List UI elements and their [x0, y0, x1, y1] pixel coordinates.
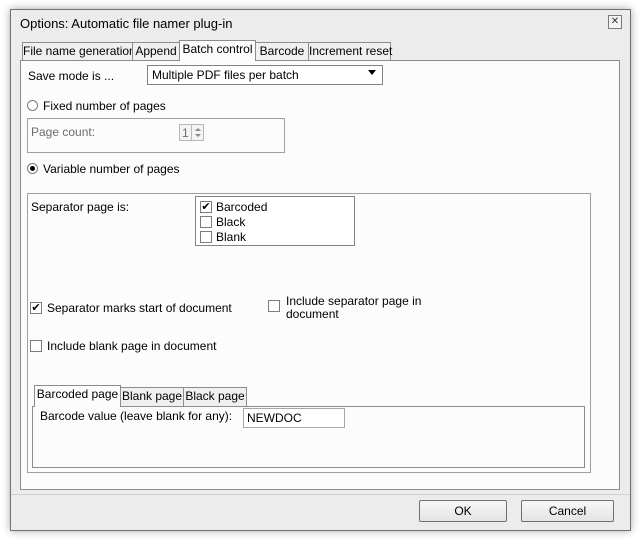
blank-checkbox[interactable]: [200, 231, 212, 243]
close-button[interactable]: ✕: [608, 15, 622, 29]
barcode-value-text: NEWDOC: [247, 411, 302, 425]
tab-increment-reset[interactable]: Increment reset: [308, 42, 392, 60]
barcoded-label: Barcoded: [216, 200, 268, 214]
check-icon: ✔: [201, 201, 211, 213]
blank-label: Blank: [216, 230, 247, 244]
subtab-black-page[interactable]: Black page: [183, 387, 247, 406]
black-checkbox[interactable]: [200, 216, 212, 228]
title-bar[interactable]: Options: Automatic file namer plug-in ✕: [11, 10, 630, 36]
window-title: Options: Automatic file namer plug-in: [20, 16, 233, 31]
barcode-value-input[interactable]: NEWDOC: [243, 408, 345, 428]
barcoded-checkbox[interactable]: ✔: [200, 201, 212, 213]
black-label: Black: [216, 215, 246, 229]
options-dialog: Options: Automatic file namer plug-in ✕ …: [10, 9, 631, 531]
tab-batch-control[interactable]: Batch control: [179, 40, 256, 61]
include-blank-label: Include blank page in document: [47, 339, 217, 353]
variable-pages-label: Variable number of pages: [43, 162, 180, 176]
barcode-value-label: Barcode value (leave blank for any):: [40, 409, 233, 423]
tab-file-name-generation[interactable]: File name generation: [22, 42, 136, 60]
marks-start-label: Separator marks start of document: [47, 301, 232, 315]
save-mode-value: Multiple PDF files per batch: [152, 68, 299, 82]
footer-divider: [11, 494, 630, 495]
spinner-buttons[interactable]: [191, 125, 204, 140]
variable-pages-radio[interactable]: [27, 163, 38, 174]
include-blank-checkbox[interactable]: [30, 340, 42, 352]
include-separator-checkbox[interactable]: [268, 300, 280, 312]
spinner-up-icon[interactable]: [195, 128, 201, 131]
separator-type-list: ✔ Barcoded Black Blank: [195, 196, 355, 246]
subtab-barcoded-page[interactable]: Barcoded page: [34, 385, 121, 407]
tab-barcode[interactable]: Barcode: [255, 42, 309, 60]
check-icon: ✔: [31, 302, 41, 314]
chevron-down-icon: [368, 70, 376, 75]
radio-selected-dot: [30, 166, 35, 171]
save-mode-label: Save mode is ...: [28, 69, 115, 83]
tab-append[interactable]: Append: [132, 42, 180, 60]
include-separator-label-line2: document: [286, 307, 339, 321]
marks-start-checkbox[interactable]: ✔: [30, 302, 42, 314]
save-mode-select[interactable]: Multiple PDF files per batch: [147, 65, 383, 85]
page-count-label: Page count:: [31, 125, 96, 139]
fixed-pages-radio[interactable]: [27, 100, 38, 111]
include-separator-label: Include separator page in: [286, 294, 422, 308]
close-icon: ✕: [610, 16, 620, 27]
ok-button[interactable]: OK: [419, 500, 507, 522]
spinner-down-icon[interactable]: [195, 134, 201, 137]
subtab-blank-page[interactable]: Blank page: [120, 387, 184, 406]
cancel-button[interactable]: Cancel: [521, 500, 614, 522]
fixed-pages-label: Fixed number of pages: [43, 99, 166, 113]
separator-label: Separator page is:: [31, 200, 130, 214]
page-count-value: 1: [182, 126, 189, 140]
page-count-spinner[interactable]: 1: [179, 124, 204, 141]
